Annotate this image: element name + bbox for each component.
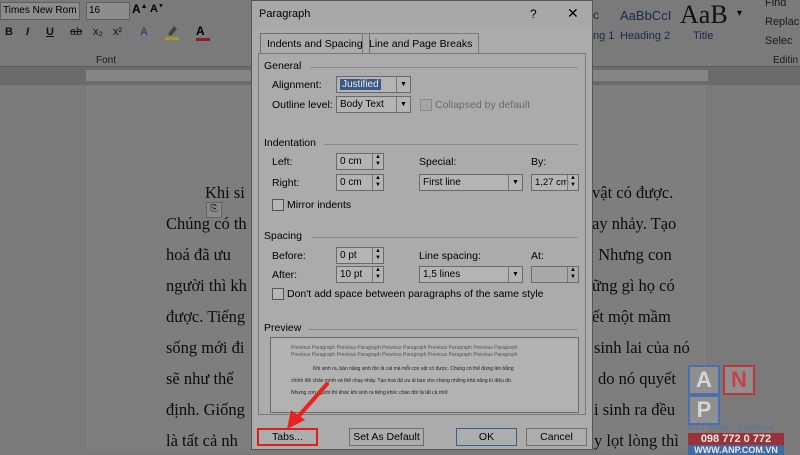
- font-name-box[interactable]: Times New Rom: [0, 2, 80, 20]
- before-label: Before:: [272, 250, 306, 262]
- preview-heading: Preview: [264, 322, 302, 334]
- doc-line: được. Tiếng: [166, 307, 246, 326]
- text-effects-icon[interactable]: A: [140, 26, 148, 38]
- preview-line: Previous Paragraph Previous Paragraph Pr…: [291, 345, 518, 351]
- style-heading1-preview[interactable]: AaBbCcI: [620, 8, 671, 23]
- doc-line: định. Giống: [166, 400, 245, 419]
- style-label-heading2: Heading 2: [620, 30, 671, 42]
- paste-options-icon[interactable]: ⎘: [206, 202, 222, 218]
- line-spacing-label: Line spacing:: [419, 250, 481, 262]
- ok-button[interactable]: OK: [456, 428, 517, 446]
- before-spinner[interactable]: 0 pt ▲ ▼: [336, 247, 384, 264]
- right-indent-spinner[interactable]: 0 cm ▲ ▼: [336, 174, 384, 191]
- font-color-icon[interactable]: A: [196, 24, 210, 41]
- left-indent-label: Left:: [272, 156, 293, 168]
- mirror-indents-label: Mirror indents: [287, 199, 352, 211]
- alignment-select[interactable]: Justified ▼: [336, 76, 411, 93]
- indentation-heading: Indentation: [264, 137, 316, 149]
- tab-line-and-page-breaks[interactable]: Line and Page Breaks: [362, 33, 480, 54]
- outline-level-select[interactable]: Body Text ▼: [336, 96, 411, 113]
- dont-add-space-label: Don't add space between paragraphs of th…: [287, 288, 544, 300]
- font-group-label: Font: [96, 55, 117, 66]
- general-heading: General: [264, 60, 302, 72]
- subscript-button[interactable]: x₂: [93, 26, 103, 38]
- doc-line: vật có được.: [592, 183, 674, 202]
- doc-line: ay nhảy. Tạo: [592, 214, 677, 233]
- special-select[interactable]: First line ▼: [419, 174, 523, 191]
- after-label: After:: [272, 269, 298, 281]
- preview-line: Khi sinh ra, bản năng sinh tồn là cái mà…: [313, 366, 514, 372]
- dont-add-space-checkbox[interactable]: [272, 288, 284, 300]
- right-indent-label: Right:: [272, 177, 300, 189]
- at-spinner[interactable]: ▲ ▼: [531, 266, 579, 283]
- superscript-button[interactable]: x²: [113, 26, 122, 38]
- logo-subtitle: MÁY TÍNH - CAMERA: [688, 425, 775, 432]
- logo-phone: 098 772 0 772: [688, 433, 784, 445]
- doc-line: sinh lai của nó: [594, 338, 690, 357]
- doc-line: hoá đã ưu: [166, 245, 231, 264]
- doc-line: Khi si: [205, 183, 245, 202]
- logo-url: WWW.ANP.COM.VN: [688, 445, 784, 455]
- tab-indents-and-spacing[interactable]: Indents and Spacing: [260, 33, 370, 54]
- find-button[interactable]: Find: [765, 0, 786, 9]
- collapsed-by-default-checkbox[interactable]: [420, 99, 432, 111]
- left-indent-spinner[interactable]: 0 cm ▲ ▼: [336, 153, 384, 170]
- shrink-font-icon[interactable]: A▼: [150, 3, 164, 15]
- anp-logo: A NP MÁY TÍNH - CAMERA 098 772 0 772 WWW.…: [688, 365, 784, 455]
- select-button[interactable]: Selec: [765, 35, 793, 47]
- style-title-preview[interactable]: AaB: [680, 0, 728, 30]
- mirror-indents-checkbox[interactable]: [272, 199, 284, 211]
- preview-line: Previous Paragraph Previous Paragraph Pr…: [291, 352, 518, 358]
- logo-letter: N: [723, 365, 755, 395]
- outline-level-label: Outline level:: [272, 99, 333, 111]
- style-label-partial: ng 1: [593, 30, 615, 42]
- doc-line: người thì kh: [166, 276, 247, 295]
- doc-line: i sinh ra đều: [594, 400, 676, 419]
- special-label: Special:: [419, 156, 457, 168]
- collapsed-by-default-label: Collapsed by default: [435, 99, 531, 111]
- highlight-icon[interactable]: [165, 24, 179, 40]
- font-size-box[interactable]: 16: [86, 2, 130, 20]
- doc-line: là tất cả nh: [166, 431, 238, 450]
- cancel-button[interactable]: Cancel: [526, 428, 587, 446]
- editing-group-label: Editin: [773, 55, 799, 66]
- logo-letter: P: [688, 395, 720, 425]
- red-arrow-annotation: [287, 382, 329, 429]
- dialog-title: Paragraph: [259, 8, 311, 20]
- grow-font-icon[interactable]: A▲: [132, 2, 148, 16]
- after-spinner[interactable]: 10 pt ▲ ▼: [336, 266, 384, 283]
- doc-line: sống mới đi: [166, 338, 245, 357]
- doc-line: . Nhưng con: [590, 245, 672, 264]
- style-partial[interactable]: c: [593, 8, 599, 22]
- dialog-titlebar[interactable]: Paragraph ? ✕: [252, 1, 592, 29]
- doc-line: ững gì họ có: [592, 276, 675, 295]
- strikethrough-button[interactable]: ab: [70, 26, 82, 38]
- help-button[interactable]: ?: [530, 7, 537, 21]
- doc-line: y lọt lòng thì: [594, 431, 679, 450]
- by-spinner[interactable]: 1,27 cm ▲ ▼: [531, 174, 579, 191]
- underline-button[interactable]: U: [46, 26, 54, 38]
- by-label: By:: [531, 156, 547, 168]
- set-as-default-button[interactable]: Set As Default: [349, 428, 424, 446]
- doc-line: do nó quyết: [598, 369, 676, 388]
- close-icon[interactable]: ✕: [567, 5, 579, 22]
- at-label: At:: [531, 250, 544, 262]
- doc-line: sẽ như thế: [166, 369, 234, 388]
- style-label-title: Title: [693, 30, 714, 42]
- logo-letter: A: [688, 365, 720, 395]
- doc-line: ết một mầm: [592, 307, 671, 326]
- spacing-heading: Spacing: [264, 230, 302, 242]
- alignment-label: Alignment:: [272, 79, 322, 91]
- replace-button[interactable]: Replac: [765, 16, 799, 28]
- line-spacing-select[interactable]: 1,5 lines ▼: [419, 266, 523, 283]
- styles-more-icon[interactable]: ▾: [737, 8, 742, 19]
- bold-button[interactable]: B: [5, 26, 13, 38]
- italic-button[interactable]: I: [26, 26, 29, 38]
